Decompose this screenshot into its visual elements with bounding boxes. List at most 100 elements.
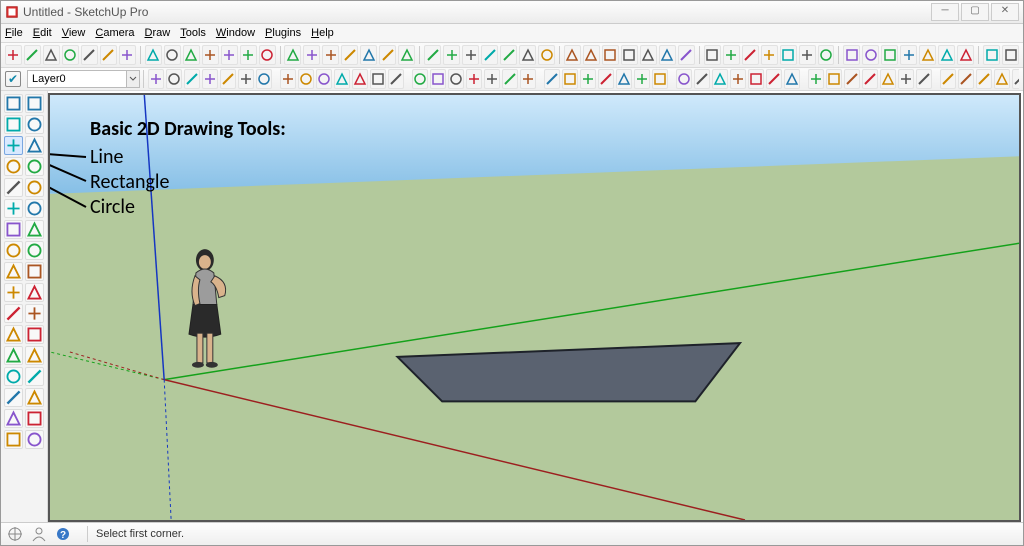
style11-button[interactable] bbox=[784, 69, 800, 89]
tree-button[interactable] bbox=[938, 45, 955, 65]
render-button[interactable] bbox=[780, 45, 797, 65]
menu-edit[interactable]: Edit bbox=[33, 27, 52, 39]
axes-tool[interactable] bbox=[4, 304, 23, 323]
circle-button[interactable] bbox=[259, 45, 276, 65]
person-button[interactable] bbox=[1002, 45, 1019, 65]
sandbox-button[interactable] bbox=[280, 69, 296, 89]
undo-button[interactable] bbox=[119, 45, 136, 65]
iso-button[interactable] bbox=[621, 45, 638, 65]
orbit-tool[interactable] bbox=[4, 325, 23, 344]
view2-button[interactable] bbox=[448, 69, 464, 89]
paint-button[interactable] bbox=[184, 69, 200, 89]
select-button[interactable] bbox=[148, 69, 164, 89]
polygon-tool[interactable] bbox=[25, 178, 44, 197]
3dtext-tool[interactable] bbox=[25, 304, 44, 323]
paint-button[interactable] bbox=[481, 45, 498, 65]
pushpull-button[interactable] bbox=[322, 45, 339, 65]
line-tool[interactable] bbox=[25, 136, 44, 155]
settings-button[interactable] bbox=[919, 45, 936, 65]
freehand-tool[interactable] bbox=[25, 157, 44, 176]
warehouse-button[interactable] bbox=[994, 69, 1010, 89]
new-button[interactable] bbox=[5, 45, 22, 65]
follow-me-tool[interactable] bbox=[25, 199, 44, 218]
menu-help[interactable]: Help bbox=[311, 27, 334, 39]
bush-button[interactable] bbox=[957, 45, 974, 65]
look-around[interactable] bbox=[25, 388, 44, 407]
shadow-button[interactable] bbox=[352, 69, 368, 89]
move-button[interactable] bbox=[360, 45, 377, 65]
scale-tool[interactable] bbox=[4, 241, 23, 260]
person2-button[interactable] bbox=[1012, 69, 1019, 89]
style9-button[interactable] bbox=[748, 69, 764, 89]
orbit-button[interactable] bbox=[500, 45, 517, 65]
play-button[interactable] bbox=[862, 45, 879, 65]
rotate-tool[interactable] bbox=[25, 220, 44, 239]
next-view-button[interactable] bbox=[602, 45, 619, 65]
offset-tool[interactable] bbox=[25, 241, 44, 260]
gear2-button[interactable] bbox=[976, 69, 992, 89]
shaded-tex-button[interactable] bbox=[544, 69, 560, 89]
scale2-button[interactable] bbox=[862, 69, 878, 89]
eraser-button[interactable] bbox=[202, 69, 218, 89]
circle-tool[interactable] bbox=[4, 178, 23, 197]
scale-button[interactable] bbox=[398, 45, 415, 65]
shadows-button[interactable] bbox=[761, 45, 778, 65]
xrndr-button[interactable] bbox=[580, 69, 596, 89]
paint-bucket[interactable] bbox=[25, 115, 44, 134]
dims-button[interactable] bbox=[220, 69, 236, 89]
sun2-button[interactable] bbox=[334, 69, 350, 89]
menu-window[interactable]: Window bbox=[216, 27, 255, 39]
shaded-button[interactable] bbox=[520, 69, 536, 89]
protractor-button[interactable] bbox=[443, 45, 460, 65]
offset-button[interactable] bbox=[341, 45, 358, 65]
globe2-button[interactable] bbox=[916, 69, 932, 89]
move-tool[interactable] bbox=[4, 220, 23, 239]
record-button[interactable] bbox=[900, 45, 917, 65]
menu-plugins[interactable]: Plugins bbox=[265, 27, 301, 39]
tape-tool[interactable] bbox=[4, 262, 23, 281]
style10-button[interactable] bbox=[766, 69, 782, 89]
minimize-button[interactable]: ─ bbox=[931, 3, 959, 21]
line-button[interactable] bbox=[221, 45, 238, 65]
select-tool[interactable] bbox=[4, 94, 23, 113]
rotate-button[interactable] bbox=[379, 45, 396, 65]
close-button[interactable]: ✕ bbox=[991, 3, 1019, 21]
layer-dropdown[interactable] bbox=[127, 70, 140, 88]
front-button[interactable] bbox=[659, 45, 676, 65]
style6-button[interactable] bbox=[694, 69, 710, 89]
rectangle-tool[interactable] bbox=[4, 136, 23, 155]
model-info-button[interactable] bbox=[183, 45, 200, 65]
globe-button[interactable] bbox=[898, 69, 914, 89]
menu-view[interactable]: View bbox=[62, 27, 86, 39]
section-button[interactable] bbox=[704, 45, 721, 65]
zoom-window-tool[interactable] bbox=[25, 346, 44, 365]
style1-button[interactable] bbox=[598, 69, 614, 89]
position-camera[interactable] bbox=[4, 388, 23, 407]
stop-button[interactable] bbox=[881, 45, 898, 65]
ortho-button[interactable] bbox=[466, 69, 482, 89]
cut-button[interactable] bbox=[62, 45, 79, 65]
right-button[interactable] bbox=[678, 45, 695, 65]
skin-button[interactable] bbox=[799, 45, 816, 65]
pan-button[interactable] bbox=[519, 45, 536, 65]
zoom-extents-button[interactable] bbox=[564, 45, 581, 65]
copy-button[interactable] bbox=[81, 45, 98, 65]
walk-button[interactable] bbox=[256, 69, 272, 89]
sandbox-a[interactable] bbox=[4, 430, 23, 449]
mono-button[interactable] bbox=[562, 69, 578, 89]
style8-button[interactable] bbox=[730, 69, 746, 89]
redo-button[interactable] bbox=[145, 45, 162, 65]
previous-tool[interactable] bbox=[25, 367, 44, 386]
style5-button[interactable] bbox=[676, 69, 692, 89]
text-tool[interactable] bbox=[25, 283, 44, 302]
layers-button[interactable] bbox=[723, 45, 740, 65]
maximize-button[interactable]: ▢ bbox=[961, 3, 989, 21]
layer-name-field[interactable]: Layer0 bbox=[27, 70, 127, 88]
pushpull-tool[interactable] bbox=[4, 199, 23, 218]
polygon-button[interactable] bbox=[284, 45, 301, 65]
make-component[interactable] bbox=[4, 115, 23, 134]
wire-button[interactable] bbox=[484, 69, 500, 89]
camera-button[interactable] bbox=[388, 69, 404, 89]
style7-button[interactable] bbox=[712, 69, 728, 89]
eraser-button[interactable] bbox=[303, 45, 320, 65]
